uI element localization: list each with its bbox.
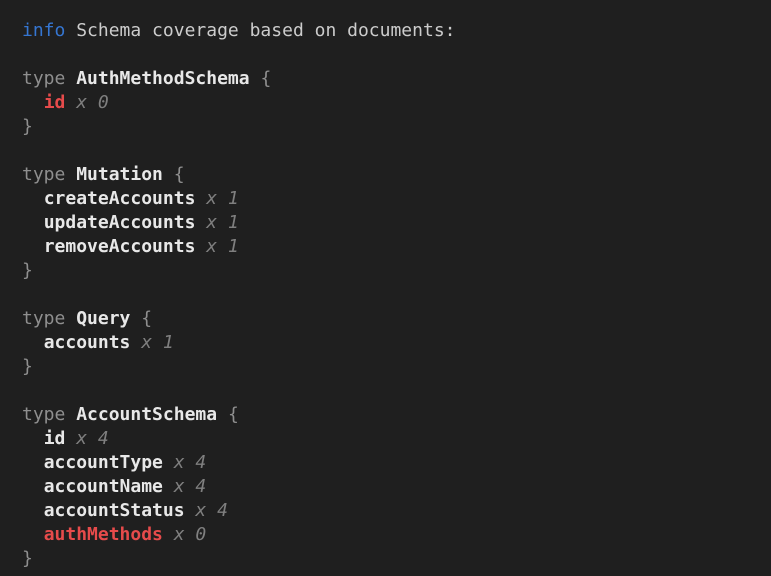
field-name: accountType: [44, 452, 163, 473]
type-name: Query: [76, 308, 130, 329]
type-close-line: }: [22, 115, 761, 139]
field-line: accountName x 4: [22, 475, 761, 499]
type-keyword: type: [22, 404, 65, 425]
field-name: createAccounts: [44, 188, 196, 209]
field-line: id x 0: [22, 91, 761, 115]
type-close-line: }: [22, 355, 761, 379]
field-line: accounts x 1: [22, 331, 761, 355]
field-line: id x 4: [22, 427, 761, 451]
field-usage-count: x 0: [174, 524, 207, 545]
type-close-line: }: [22, 259, 761, 283]
close-brace: }: [22, 260, 33, 281]
type-keyword: type: [22, 308, 65, 329]
field-line: removeAccounts x 1: [22, 235, 761, 259]
field-usage-count: x 1: [141, 332, 174, 353]
terminal-output: info Schema coverage based on documents:…: [0, 0, 771, 571]
type-name: AuthMethodSchema: [76, 68, 249, 89]
type-name: AccountSchema: [76, 404, 217, 425]
blank-line: [22, 379, 761, 403]
field-name: accounts: [44, 332, 131, 353]
field-usage-count: x 4: [76, 428, 109, 449]
type-keyword: type: [22, 164, 65, 185]
type-keyword: type: [22, 68, 65, 89]
close-brace: }: [22, 116, 33, 137]
close-brace: }: [22, 356, 33, 377]
info-tag: info: [22, 20, 65, 41]
type-open-line: type Query {: [22, 307, 761, 331]
field-line: accountStatus x 4: [22, 499, 761, 523]
field-name: authMethods: [44, 524, 163, 545]
blank-line: [22, 139, 761, 163]
info-message: Schema coverage based on documents:: [76, 20, 455, 41]
open-brace: {: [228, 404, 239, 425]
blank-line: [22, 283, 761, 307]
field-usage-count: x 1: [206, 212, 239, 233]
field-line: createAccounts x 1: [22, 187, 761, 211]
close-brace: }: [22, 548, 33, 569]
field-line: updateAccounts x 1: [22, 211, 761, 235]
type-open-line: type AccountSchema {: [22, 403, 761, 427]
field-usage-count: x 1: [206, 236, 239, 257]
field-usage-count: x 1: [206, 188, 239, 209]
type-open-line: type Mutation {: [22, 163, 761, 187]
info-line: info Schema coverage based on documents:: [22, 19, 761, 43]
field-usage-count: x 4: [195, 500, 228, 521]
field-line: accountType x 4: [22, 451, 761, 475]
field-name: removeAccounts: [44, 236, 196, 257]
field-name: id: [44, 92, 66, 113]
field-name: accountName: [44, 476, 163, 497]
type-close-line: }: [22, 547, 761, 571]
open-brace: {: [174, 164, 185, 185]
type-name: Mutation: [76, 164, 163, 185]
field-usage-count: x 0: [76, 92, 109, 113]
open-brace: {: [141, 308, 152, 329]
blank-line: [22, 43, 761, 67]
type-open-line: type AuthMethodSchema {: [22, 67, 761, 91]
field-name: updateAccounts: [44, 212, 196, 233]
field-usage-count: x 4: [174, 476, 207, 497]
field-name: accountStatus: [44, 500, 185, 521]
field-usage-count: x 4: [174, 452, 207, 473]
field-line: authMethods x 0: [22, 523, 761, 547]
field-name: id: [44, 428, 66, 449]
open-brace: {: [260, 68, 271, 89]
